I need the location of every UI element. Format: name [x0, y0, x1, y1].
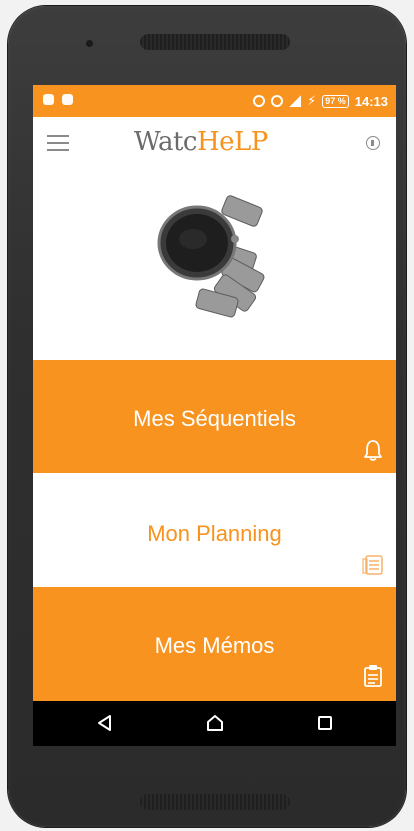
- tile-label-memos: Mes Mémos: [154, 633, 275, 658]
- signal-icon: [289, 95, 302, 107]
- info-icon[interactable]: [366, 136, 380, 150]
- tile-label-sequentiels: Mes Séquentiels: [133, 406, 296, 431]
- clock: 14:13: [354, 93, 388, 109]
- top-speaker: [140, 34, 290, 50]
- tile-mes-sequentiels[interactable]: Mes Séquentiels: [33, 360, 396, 473]
- planning-icon: [362, 555, 383, 575]
- battery-level: 97 %: [322, 94, 349, 108]
- tile-label-planning: Mon Planning: [147, 521, 282, 546]
- notification-app-icon: [43, 94, 54, 105]
- home-icon[interactable]: [205, 713, 225, 733]
- logo-part-1: Watc: [134, 127, 197, 157]
- alarm-icon: [271, 95, 284, 107]
- back-icon[interactable]: [95, 713, 115, 733]
- logo-part-2: HeLP: [196, 127, 268, 157]
- tile-mon-planning[interactable]: Mon Planning: [33, 473, 396, 587]
- app-bar: WatcHeLP: [33, 117, 396, 171]
- tile-mes-memos[interactable]: Mes Mémos: [33, 587, 396, 701]
- status-system-icons: ⚡ 97 % 14:13: [253, 93, 388, 109]
- bottom-speaker: [140, 794, 290, 810]
- status-bar: ⚡ 97 % 14:13: [33, 85, 396, 117]
- memo-icon: [364, 665, 382, 687]
- notification-photo-icon: [62, 94, 73, 105]
- status-notification-icons: [43, 94, 73, 105]
- page-canvas: ⚡ 97 % 14:13 WatcHeLP Mes Séquentiels Mo…: [0, 0, 414, 831]
- front-camera: [86, 40, 93, 47]
- data-saver-icon: [253, 95, 266, 107]
- android-nav-bar: [33, 701, 396, 746]
- phone-frame: ⚡ 97 % 14:13 WatcHeLP Mes Séquentiels Mo…: [8, 6, 406, 827]
- smartwatch-image: [157, 195, 265, 318]
- charging-icon: ⚡: [307, 93, 317, 108]
- watchelp-logo: WatcHeLP: [134, 127, 268, 157]
- recents-icon[interactable]: [315, 713, 335, 733]
- bell-icon: [364, 440, 382, 461]
- hero-image-area: [33, 171, 396, 360]
- hamburger-menu-icon[interactable]: [47, 135, 69, 151]
- phone-screen: ⚡ 97 % 14:13 WatcHeLP Mes Séquentiels Mo…: [33, 85, 396, 746]
